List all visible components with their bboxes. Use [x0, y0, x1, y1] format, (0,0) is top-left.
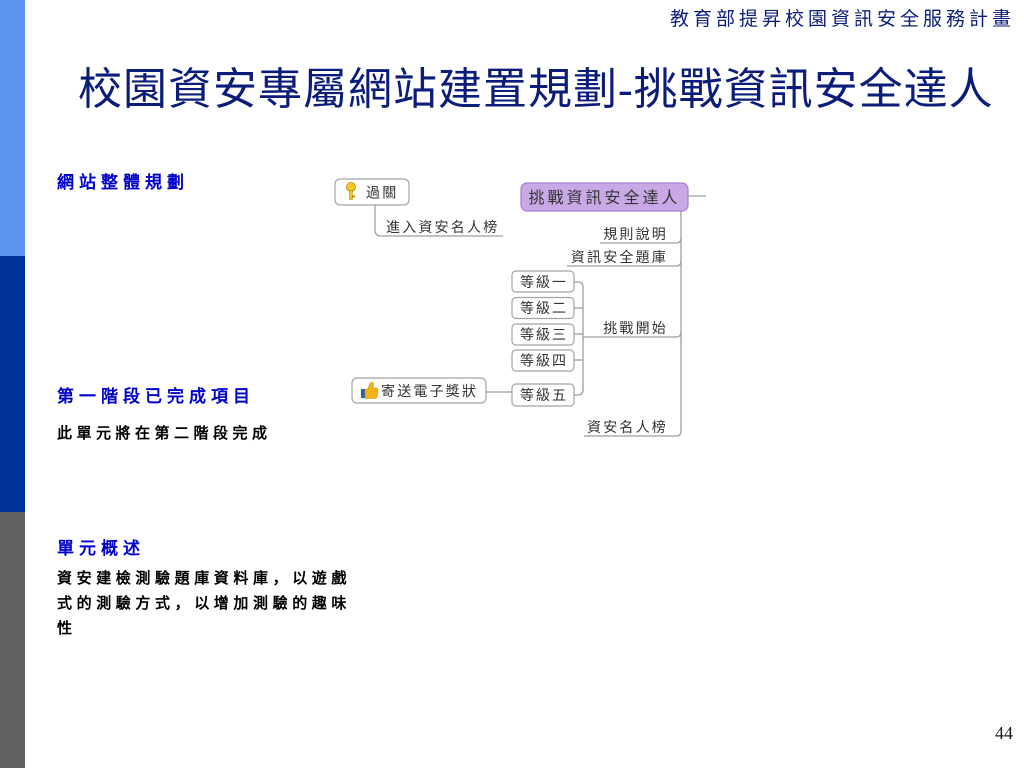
branch-rules-label: 規則說明	[603, 226, 668, 242]
level-node-5: 等級五	[511, 383, 575, 407]
branch-question-bank-label: 資訊安全題庫	[571, 249, 668, 265]
branch-challenge-start-label: 挑戰開始	[603, 320, 668, 336]
sidebar-segment-bottom	[0, 512, 25, 768]
mindmap-root-node: 挑戰資訊安全達人	[520, 182, 689, 212]
sidebar-accent-bar	[0, 0, 25, 768]
enter-hall-of-fame-label: 進入資安名人榜	[386, 219, 499, 235]
level-node-4: 等級四	[511, 349, 575, 372]
pass-node: 過關	[334, 178, 410, 206]
connector-level-5	[574, 389, 584, 396]
mindmap-root-label: 挑戰資訊安全達人	[528, 189, 680, 207]
sidebar-segment-top	[0, 0, 25, 256]
level-node-3: 等級三	[511, 323, 575, 346]
section-heading-overview: 單元概述	[57, 539, 145, 558]
section-body-phase-one: 此單元將在第二階段完成	[57, 426, 272, 442]
award-node: 寄送電子獎狀	[351, 377, 487, 404]
section-heading-phase-one: 第一階段已完成項目	[57, 387, 255, 406]
sidebar-segment-middle	[0, 256, 25, 512]
page-number: 44	[995, 723, 1013, 743]
section-body-overview: 資安建檢測驗題庫資料庫，以遊戲式的測驗方式，以增加測驗的趣味性	[57, 571, 352, 637]
level-node-1: 等級一	[511, 270, 575, 293]
level-node-2: 等級二	[511, 296, 575, 320]
level-node-label: 等級一	[520, 274, 568, 290]
connector-level-1	[574, 281, 584, 288]
pass-node-label: 過關	[366, 185, 398, 201]
slide-title: 校園資安專屬網站建置規劃-挑戰資訊安全達人	[78, 65, 994, 114]
section-heading-site-plan: 網站整體規劃	[57, 173, 189, 192]
award-node-label: 寄送電子獎狀	[381, 383, 478, 399]
mind-map: 挑戰資訊安全達人 規則說明 資訊安全題庫 挑戰開始 資安名人榜 等級一 等級二 …	[334, 178, 706, 437]
level-node-label: 等級四	[520, 353, 568, 369]
level-node-label: 等級三	[520, 327, 568, 343]
level-node-label: 等級五	[520, 387, 568, 403]
level-node-label: 等級二	[520, 300, 568, 316]
program-title: 教育部提昇校園資訊安全服務計畫	[669, 9, 1015, 30]
branch-hall-of-fame-label: 資安名人榜	[587, 419, 668, 435]
